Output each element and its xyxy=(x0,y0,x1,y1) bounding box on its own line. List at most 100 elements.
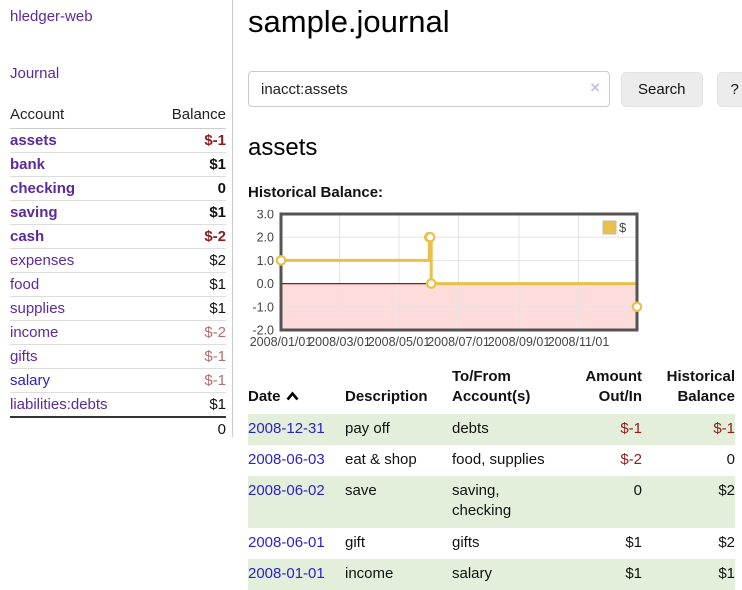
transaction-description-cell: eat & shop xyxy=(345,445,452,476)
transaction-balance-cell: $1 xyxy=(642,559,735,590)
account-row: gifts $-1 xyxy=(10,345,226,369)
account-link-cash[interactable]: cash xyxy=(10,228,44,245)
accounts-total-spacer xyxy=(10,417,149,441)
register-header-description[interactable]: Description xyxy=(345,365,452,414)
transaction-row: 2008-01-01incomesalary$1$1 xyxy=(248,559,735,590)
sidebar-item-journal[interactable]: Journal xyxy=(10,65,59,82)
clear-search-icon[interactable]: × xyxy=(590,78,600,98)
transaction-date-cell: 2008-06-01 xyxy=(248,528,345,559)
chart-title: Historical Balance: xyxy=(248,184,742,201)
data-point xyxy=(426,233,434,241)
accounts-header-balance: Balance xyxy=(149,103,226,129)
transaction-description-cell: save xyxy=(345,476,452,528)
register-header-accounts[interactable]: To/From Account(s) xyxy=(452,365,570,414)
transaction-accounts-cell: saving, checking xyxy=(452,476,570,528)
account-balance: $1 xyxy=(149,201,226,225)
account-link-supplies[interactable]: supplies xyxy=(10,300,65,317)
account-link-liabilities-debts[interactable]: liabilities:debts xyxy=(10,396,108,413)
y-tick-label: -1.0 xyxy=(252,300,274,314)
account-balance: $-1 xyxy=(149,345,226,369)
account-balance: $1 xyxy=(149,153,226,177)
transaction-date-cell: 2008-06-03 xyxy=(248,445,345,476)
transaction-date-link[interactable]: 2008-06-01 xyxy=(248,534,325,551)
page-title: sample.journal xyxy=(248,4,742,40)
transaction-accounts-cell: food, supplies xyxy=(452,445,570,476)
account-row: assets $-1 xyxy=(10,129,226,153)
transaction-balance-cell: $2 xyxy=(642,528,735,559)
help-button[interactable]: ? xyxy=(717,72,742,107)
page: hledger-web Journal Account Balance asse… xyxy=(0,0,742,590)
transaction-amount-cell: 0 xyxy=(570,476,642,528)
account-link-gifts[interactable]: gifts xyxy=(10,348,38,365)
search-button[interactable]: Search xyxy=(621,72,703,107)
accounts-table: Account Balance assets $-1 bank $1 checking 0… xyxy=(10,103,226,441)
x-tick-label: 2008/03/01 xyxy=(308,335,371,349)
account-row: supplies$1 xyxy=(10,297,226,321)
app-title-link[interactable]: hledger-web xyxy=(10,8,226,25)
y-tick-label: 2.0 xyxy=(257,231,274,245)
y-tick-label: 3.0 xyxy=(257,210,274,222)
account-cell: assets xyxy=(10,129,149,153)
account-row: income $-2 xyxy=(10,321,226,345)
account-balance: $-1 xyxy=(149,129,226,153)
account-balance: $1 xyxy=(149,273,226,297)
account-link-income[interactable]: income xyxy=(10,324,58,341)
account-link-food[interactable]: food xyxy=(10,276,39,293)
x-tick-label: 2008/05/01 xyxy=(368,335,431,349)
y-tick-label: 1.0 xyxy=(257,254,274,268)
transaction-amount-cell: $-1 xyxy=(570,414,642,445)
register-header-date-label: Date xyxy=(248,387,281,407)
register-header-date[interactable]: Date xyxy=(248,365,345,414)
register-header-amount[interactable]: Amount Out/In xyxy=(570,365,642,414)
account-row: cash$-2 xyxy=(10,225,226,249)
account-link-salary[interactable]: salary xyxy=(10,372,50,389)
transaction-description-cell: pay off xyxy=(345,414,452,445)
accounts-total-value: 0 xyxy=(149,417,226,441)
sort-ascending-icon xyxy=(286,391,299,402)
account-cell: salary xyxy=(10,369,149,393)
transaction-date-link[interactable]: 2008-01-01 xyxy=(248,565,325,582)
transaction-accounts-cell: gifts xyxy=(452,528,570,559)
account-row: liabilities:debts $1 xyxy=(10,393,226,418)
transaction-balance-cell: $-1 xyxy=(642,414,735,445)
transaction-date-cell: 2008-01-01 xyxy=(248,559,345,590)
transaction-accounts-cell: salary xyxy=(452,559,570,590)
transaction-row: 2008-12-31pay offdebts$-1$-1 xyxy=(248,414,735,445)
search-input[interactable] xyxy=(248,71,610,107)
account-balance: $-2 xyxy=(149,321,226,345)
transaction-date-link[interactable]: 2008-06-03 xyxy=(248,451,325,468)
transaction-balance-cell: 0 xyxy=(642,445,735,476)
account-link-saving[interactable]: saving xyxy=(10,204,58,221)
search-row: × Search ? xyxy=(248,71,742,107)
account-link-expenses[interactable]: expenses xyxy=(10,252,74,269)
account-link-assets[interactable]: assets xyxy=(10,132,57,149)
account-cell: cash xyxy=(10,225,149,249)
x-tick-label: 2008/11/01 xyxy=(548,335,610,349)
account-balance: $2 xyxy=(149,249,226,273)
legend-swatch xyxy=(603,221,616,234)
account-cell: expenses xyxy=(10,249,149,273)
transaction-row: 2008-06-03 eat & shopfood, supplies$-20 xyxy=(248,445,735,476)
account-cell: liabilities:debts xyxy=(10,393,149,418)
transaction-date-link[interactable]: 2008-06-02 xyxy=(248,482,325,499)
register-body: 2008-12-31pay offdebts$-1$-12008-06-03ea… xyxy=(248,414,735,590)
x-tick-label: 2008/09/01 xyxy=(488,335,551,349)
account-heading: assets xyxy=(248,134,742,162)
search-box: × xyxy=(248,71,610,107)
transaction-row: 2008-06-01giftgifts$1$2 xyxy=(248,528,735,559)
transaction-amount-cell: $-2 xyxy=(570,445,642,476)
transaction-amount-cell: $1 xyxy=(570,528,642,559)
accounts-header-row: Account Balance xyxy=(10,103,226,129)
x-tick-label: 2008/01/01 xyxy=(250,335,313,349)
transaction-description-cell: income xyxy=(345,559,452,590)
account-balance: 0 xyxy=(149,177,226,201)
register-table: Date Description To/From Account(s) Amou… xyxy=(248,365,735,590)
account-link-checking[interactable]: checking xyxy=(10,180,75,197)
transaction-date-link[interactable]: 2008-12-31 xyxy=(248,420,325,437)
account-link-bank[interactable]: bank xyxy=(10,156,45,173)
account-row: expenses $2 xyxy=(10,249,226,273)
account-balance: $1 xyxy=(149,393,226,418)
account-cell: bank xyxy=(10,153,149,177)
register-header-balance[interactable]: Historical Balance xyxy=(642,365,735,414)
accounts-body: assets$-1bank$1checking0saving$1cash$-2e… xyxy=(10,129,226,418)
